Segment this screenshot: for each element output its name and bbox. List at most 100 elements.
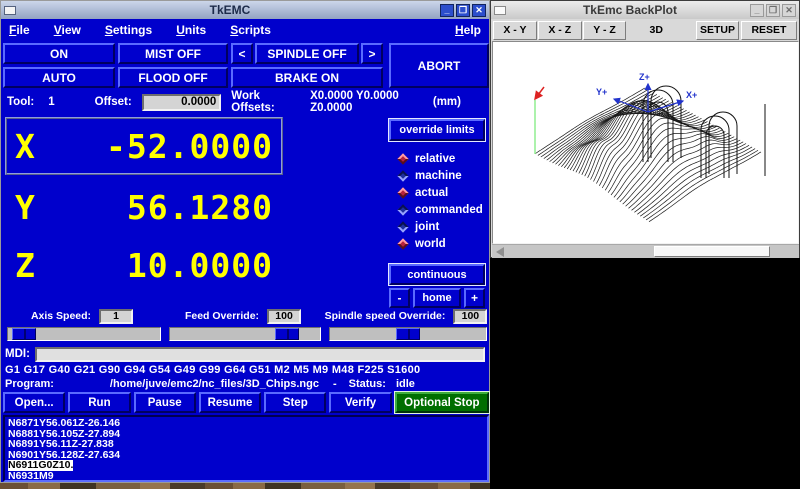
desktop-wallpaper-strip [0,483,490,489]
tool-position-marker [535,87,544,154]
menu-units[interactable]: Units [176,23,206,37]
mdi-row: MDI: [5,346,485,362]
program-label: Program: [5,378,54,390]
brake-button[interactable]: BRAKE ON [231,67,383,88]
menu-view[interactable]: View [54,23,81,37]
mist-button[interactable]: MIST OFF [118,43,228,64]
program-path: /home/juve/emc2/nc_files/3D_Chips.ngc [110,378,319,390]
status-label: Status: [349,378,386,390]
close-icon[interactable]: ✕ [782,4,796,17]
override-limits-button[interactable]: override limits [389,119,485,141]
radio-icon [397,187,408,198]
jog-continuous-button[interactable]: continuous [389,264,485,285]
verify-button[interactable]: Verify [329,392,391,413]
home-button[interactable]: home [413,288,461,308]
spindle-override-label: Spindle speed Override: [325,310,446,322]
axis-row-x[interactable]: X -52.0000 [5,117,283,175]
active-gcodes-line: G1 G17 G40 G21 G90 G94 G54 G49 G99 G64 G… [5,364,420,376]
menu-help[interactable]: Help [455,23,481,37]
program-separator: - [333,378,337,390]
gcode-line: N6931M9 [8,471,484,482]
backplot-plot-svg: Z+ Y+ X+ [493,42,798,243]
resume-button[interactable]: Resume [199,392,261,413]
mode-auto-button[interactable]: AUTO [3,67,115,88]
minimize-icon[interactable]: _ [750,4,764,17]
radio-icon [397,221,408,232]
run-button[interactable]: Run [68,392,130,413]
step-button[interactable]: Step [264,392,326,413]
maximize-icon[interactable]: ❐ [456,4,470,17]
abort-button[interactable]: ABORT [389,43,489,88]
axis-speed-value: 1 [99,309,133,324]
tool-label: Tool: [7,96,34,108]
close-icon[interactable]: ✕ [472,4,486,17]
optional-stop-button[interactable]: Optional Stop [395,392,489,413]
program-status-row: Program: /home/juve/emc2/nc_files/3D_Chi… [5,378,485,390]
view-3d-label[interactable]: 3D [649,24,662,36]
radio-actual[interactable]: actual [399,187,487,199]
view-xy-button[interactable]: X - Y [493,21,537,40]
radio-commanded[interactable]: commanded [399,204,487,216]
backplot-hscroll-thumb[interactable] [654,246,770,257]
desktop: TkEMC _ ❐ ✕ File View Settings Units Scr… [0,0,800,489]
gcode-listing[interactable]: N6871Y56.061Z-26.146 N6881Y56.105Z-27.89… [3,415,489,482]
side-panel: override limits relative machine actual … [387,119,487,308]
feed-override-value: 100 [267,309,301,324]
x-axis-label: X+ [686,90,697,100]
status-value: idle [396,378,415,390]
minimize-icon[interactable]: _ [440,4,454,17]
backplot-hscrollbar[interactable] [492,244,799,258]
tkemc-window-title: TkEMC [20,3,440,17]
radio-joint[interactable]: joint [399,221,487,233]
y-axis-label: Y+ [596,87,607,97]
spindle-button[interactable]: SPINDLE OFF [255,43,359,64]
radio-relative[interactable]: relative [399,153,487,165]
view-xz-button[interactable]: X - Z [538,21,582,40]
radio-icon [397,153,408,164]
radio-icon [397,204,408,215]
work-offsets-value: X0.0000 Y0.0000 Z0.0000 [310,90,433,114]
backplot-toolbar: X - Y X - Z Y - Z 3D SETUP RESET [491,19,799,41]
spindle-override-slider[interactable] [329,327,487,341]
axis-speed-slider[interactable] [7,327,161,341]
mdi-label: MDI: [5,348,30,360]
spindle-increase-button[interactable]: > [361,43,383,64]
open-button[interactable]: Open... [3,392,65,413]
radio-icon [397,238,408,249]
offset-entry[interactable]: 0.0000 [142,94,222,111]
program-buttons-row: Open... Run Pause Resume Step Verify Opt… [3,392,489,413]
spindle-override-slider-handle[interactable] [396,328,420,340]
menu-settings[interactable]: Settings [105,23,152,37]
axis-speed-slider-handle[interactable] [12,328,36,340]
view-yz-button[interactable]: Y - Z [583,21,627,40]
work-offsets-label: Work Offsets: [231,90,300,114]
flood-button[interactable]: FLOOD OFF [118,67,228,88]
backplot-titlebar[interactable]: TkEmc BackPlot _ ❐ ✕ [491,1,799,19]
power-on-button[interactable]: ON [3,43,115,64]
spindle-decrease-button[interactable]: < [231,43,253,64]
menu-scripts[interactable]: Scripts [230,23,271,37]
axis-row-y[interactable]: Y 56.1280 [5,181,283,233]
tkemc-menubar: File View Settings Units Scripts Help [1,19,489,41]
tkemc-titlebar[interactable]: TkEMC _ ❐ ✕ [1,1,489,19]
feed-override-slider-handle[interactable] [275,328,299,340]
jog-plus-button[interactable]: + [464,288,485,308]
mdi-input[interactable] [35,347,485,362]
tkemc-window-icon [4,6,16,15]
jog-minus-button[interactable]: - [389,288,410,308]
tkemc-window: TkEMC _ ❐ ✕ File View Settings Units Scr… [0,0,490,483]
axis-row-z[interactable]: Z 10.0000 [5,239,283,291]
maximize-icon[interactable]: ❐ [766,4,780,17]
gcode-line: N6891Y56.11Z-27.838 [8,439,484,450]
feed-override-slider[interactable] [169,327,321,341]
backplot-hscroll-trough[interactable] [508,245,799,258]
axis-letter-z: Z [15,246,35,285]
scroll-left-arrow-icon[interactable] [492,245,508,258]
radio-world[interactable]: world [399,238,487,250]
radio-machine[interactable]: machine [399,170,487,182]
menu-file[interactable]: File [9,23,30,37]
setup-button[interactable]: SETUP [696,21,739,40]
axis-letter-x: X [15,127,35,166]
pause-button[interactable]: Pause [134,392,196,413]
reset-button[interactable]: RESET [741,21,797,40]
